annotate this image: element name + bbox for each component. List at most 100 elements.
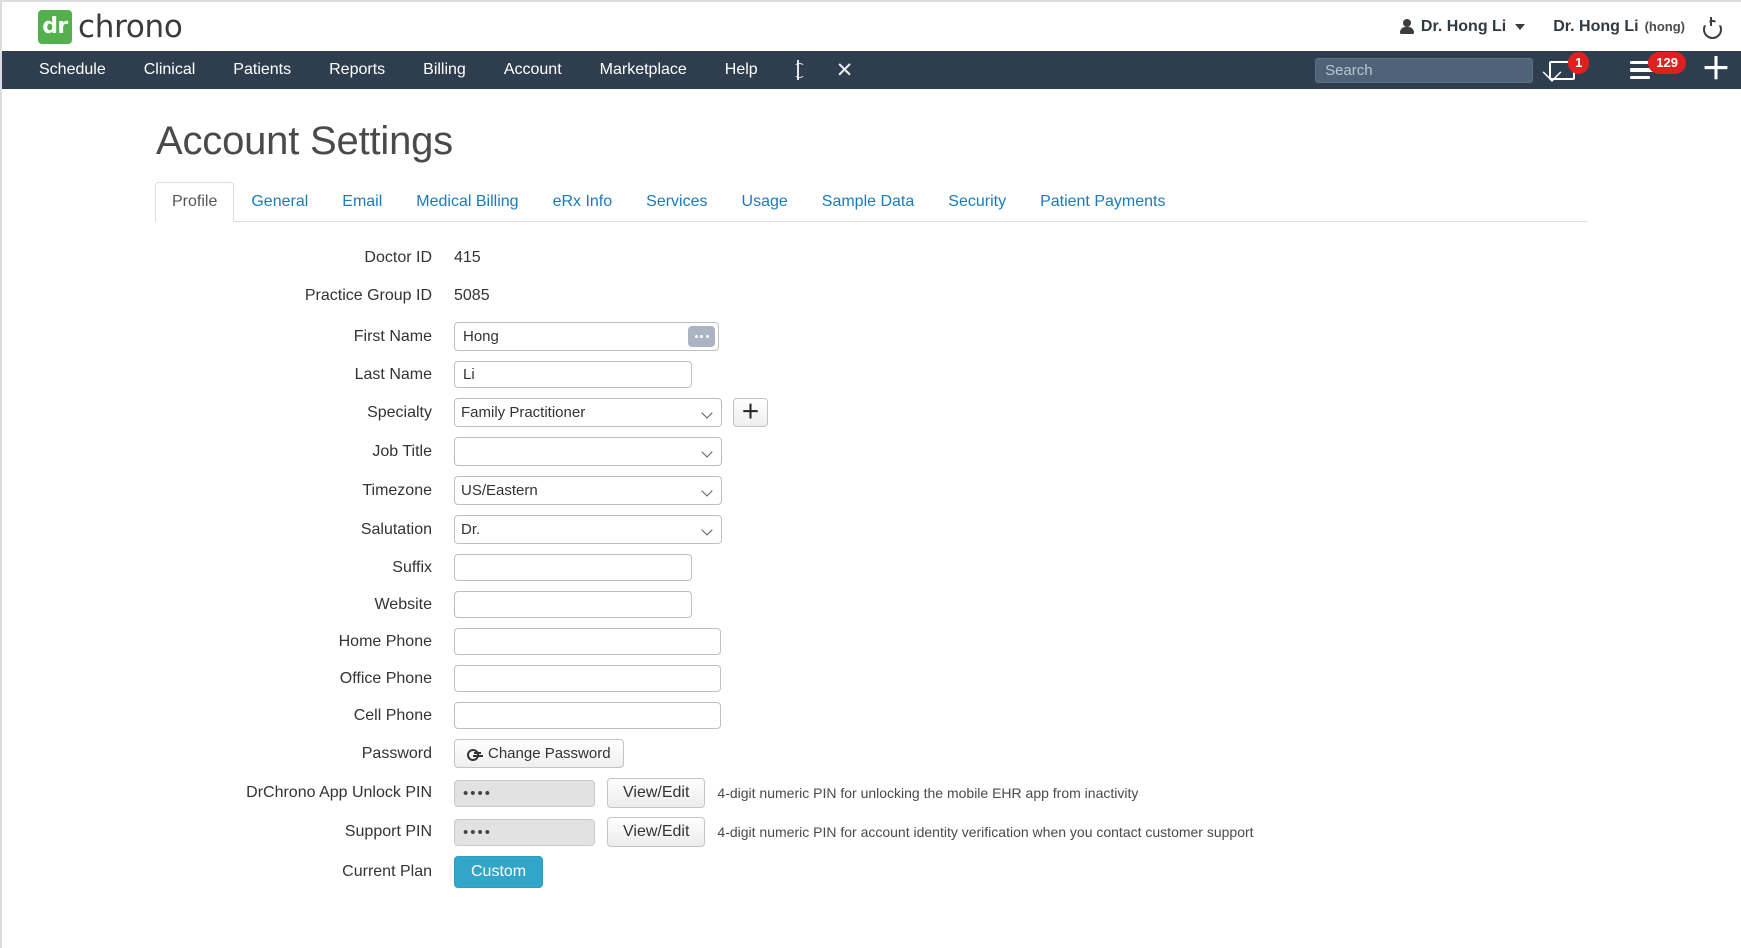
current-plan-button[interactable]: Custom: [454, 856, 544, 888]
label-current-plan: Current Plan: [342, 863, 432, 881]
app-unlock-pin-help-text: 4-digit numeric PIN for unlocking the mo…: [717, 785, 1139, 801]
row-salutation: Salutation Dr.: [154, 515, 1741, 544]
label-timezone: Timezone: [362, 481, 432, 499]
nav-item-reports[interactable]: Reports: [310, 51, 404, 89]
first-name-field-wrap: [454, 322, 719, 351]
change-password-button[interactable]: Change Password: [454, 739, 624, 768]
settings-tabs: Profile General Email Medical Billing eR…: [155, 181, 1587, 222]
specialty-select[interactable]: Family Practitioner: [454, 398, 722, 427]
row-website: Website: [154, 591, 1741, 618]
label-cell-phone: Cell Phone: [353, 706, 432, 724]
tab-services[interactable]: Services: [629, 182, 724, 222]
timezone-select-wrap: US/Eastern: [454, 476, 722, 505]
value-doctor-id: 415: [454, 249, 481, 266]
nav-item-account[interactable]: Account: [485, 51, 581, 89]
label-salutation: Salutation: [360, 520, 432, 538]
tab-usage[interactable]: Usage: [725, 182, 805, 222]
nav-item-patients[interactable]: Patients: [214, 51, 310, 89]
row-suffix: Suffix: [154, 554, 1741, 581]
page-content: Account Settings Profile General Email M…: [2, 89, 1741, 888]
first-name-input[interactable]: [455, 323, 670, 350]
cell-phone-input[interactable]: [454, 702, 721, 729]
support-pin-help-text: 4-digit numeric PIN for account identity…: [717, 824, 1254, 840]
current-user-login: (hong): [1644, 19, 1685, 34]
row-timezone: Timezone US/Eastern: [154, 476, 1741, 505]
row-specialty: Specialty Family Practitioner ＋: [154, 398, 1741, 427]
app-page: dr chrono Dr. Hong Li Dr. Hong Li (hong)…: [0, 0, 1741, 948]
nav-item-clinical[interactable]: Clinical: [125, 51, 215, 89]
label-app-unlock-pin: DrChrono App Unlock PIN: [246, 784, 432, 802]
job-title-select-wrap: [454, 437, 722, 466]
row-password: Password Change Password: [154, 739, 1741, 768]
support-pin-view-edit-button[interactable]: View/Edit: [607, 817, 706, 847]
row-cell-phone: Cell Phone: [154, 702, 1741, 729]
salutation-select-wrap: Dr.: [454, 515, 722, 544]
person-icon: [1399, 18, 1414, 35]
tab-sample-data[interactable]: Sample Data: [805, 182, 932, 222]
home-phone-input[interactable]: [454, 628, 721, 655]
label-last-name: Last Name: [354, 365, 432, 383]
tab-erx-info[interactable]: eRx Info: [536, 182, 630, 222]
label-home-phone: Home Phone: [338, 632, 432, 650]
logo-text: chrono: [78, 8, 183, 45]
nav-right-tools: 1 129 ＋: [1315, 51, 1741, 89]
row-doctor-id: Doctor ID 415: [154, 246, 1741, 270]
row-last-name: Last Name: [154, 361, 1741, 388]
page-title: Account Settings: [156, 119, 453, 163]
tab-general[interactable]: General: [234, 182, 325, 222]
current-user-name: Dr. Hong Li: [1553, 17, 1639, 35]
row-first-name: First Name: [154, 322, 1741, 351]
label-suffix: Suffix: [392, 558, 432, 576]
tasks-count-badge: 129: [1648, 52, 1686, 74]
label-support-pin: Support PIN: [344, 823, 432, 841]
app-unlock-pin-input[interactable]: [454, 779, 595, 807]
autofill-icon[interactable]: [688, 326, 715, 347]
support-pin-input[interactable]: [454, 818, 595, 846]
drchrono-logo[interactable]: dr chrono: [38, 9, 183, 45]
row-practice-group-id: Practice Group ID 5085: [154, 284, 1741, 308]
user-menu-label: Dr. Hong Li: [1420, 17, 1507, 35]
change-password-label: Change Password: [488, 745, 611, 762]
add-new-button[interactable]: ＋: [1701, 55, 1731, 85]
suffix-input[interactable]: [454, 554, 692, 581]
last-name-input[interactable]: [454, 361, 692, 388]
office-phone-input[interactable]: [454, 665, 721, 692]
add-specialty-button[interactable]: ＋: [733, 398, 768, 427]
tab-medical-billing[interactable]: Medical Billing: [399, 182, 535, 222]
app-unlock-pin-view-edit-button[interactable]: View/Edit: [607, 778, 706, 808]
main-nav-bar: Schedule Clinical Patients Reports Billi…: [2, 51, 1741, 89]
caduceus-icon[interactable]: [777, 60, 820, 80]
label-doctor-id: Doctor ID: [364, 249, 432, 267]
user-menu[interactable]: Dr. Hong Li: [1394, 14, 1531, 40]
search-input[interactable]: [1315, 57, 1534, 83]
tab-profile[interactable]: Profile: [155, 181, 235, 222]
messages-button[interactable]: 1: [1545, 52, 1600, 81]
salutation-select[interactable]: Dr.: [454, 515, 722, 544]
tasks-menu-button[interactable]: 129: [1612, 52, 1697, 81]
label-practice-group-id: Practice Group ID: [304, 287, 432, 305]
specialty-select-wrap: Family Practitioner: [454, 398, 722, 427]
tab-patient-payments[interactable]: Patient Payments: [1023, 182, 1182, 222]
row-office-phone: Office Phone: [154, 665, 1741, 692]
nav-item-schedule[interactable]: Schedule: [20, 51, 125, 89]
nav-item-marketplace[interactable]: Marketplace: [581, 51, 706, 89]
label-office-phone: Office Phone: [339, 669, 432, 687]
tab-email[interactable]: Email: [325, 182, 399, 222]
job-title-select[interactable]: [454, 437, 722, 466]
timezone-select[interactable]: US/Eastern: [454, 476, 722, 505]
nav-item-help[interactable]: Help: [706, 51, 777, 89]
power-icon[interactable]: [1702, 17, 1721, 36]
tab-security[interactable]: Security: [931, 182, 1023, 222]
label-first-name: First Name: [353, 327, 432, 345]
logo-badge: dr: [38, 9, 72, 44]
label-job-title: Job Title: [372, 442, 432, 460]
nav-items: Schedule Clinical Patients Reports Billi…: [20, 51, 869, 89]
label-website: Website: [374, 595, 432, 613]
chevron-down-icon: [1515, 23, 1526, 30]
label-specialty: Specialty: [367, 403, 432, 421]
row-app-unlock-pin: DrChrono App Unlock PIN View/Edit 4-digi…: [154, 778, 1741, 808]
x-close-icon[interactable]: ✕: [820, 59, 870, 81]
website-input[interactable]: [454, 591, 692, 618]
messages-count-badge: 1: [1568, 52, 1590, 74]
nav-item-billing[interactable]: Billing: [404, 51, 485, 89]
